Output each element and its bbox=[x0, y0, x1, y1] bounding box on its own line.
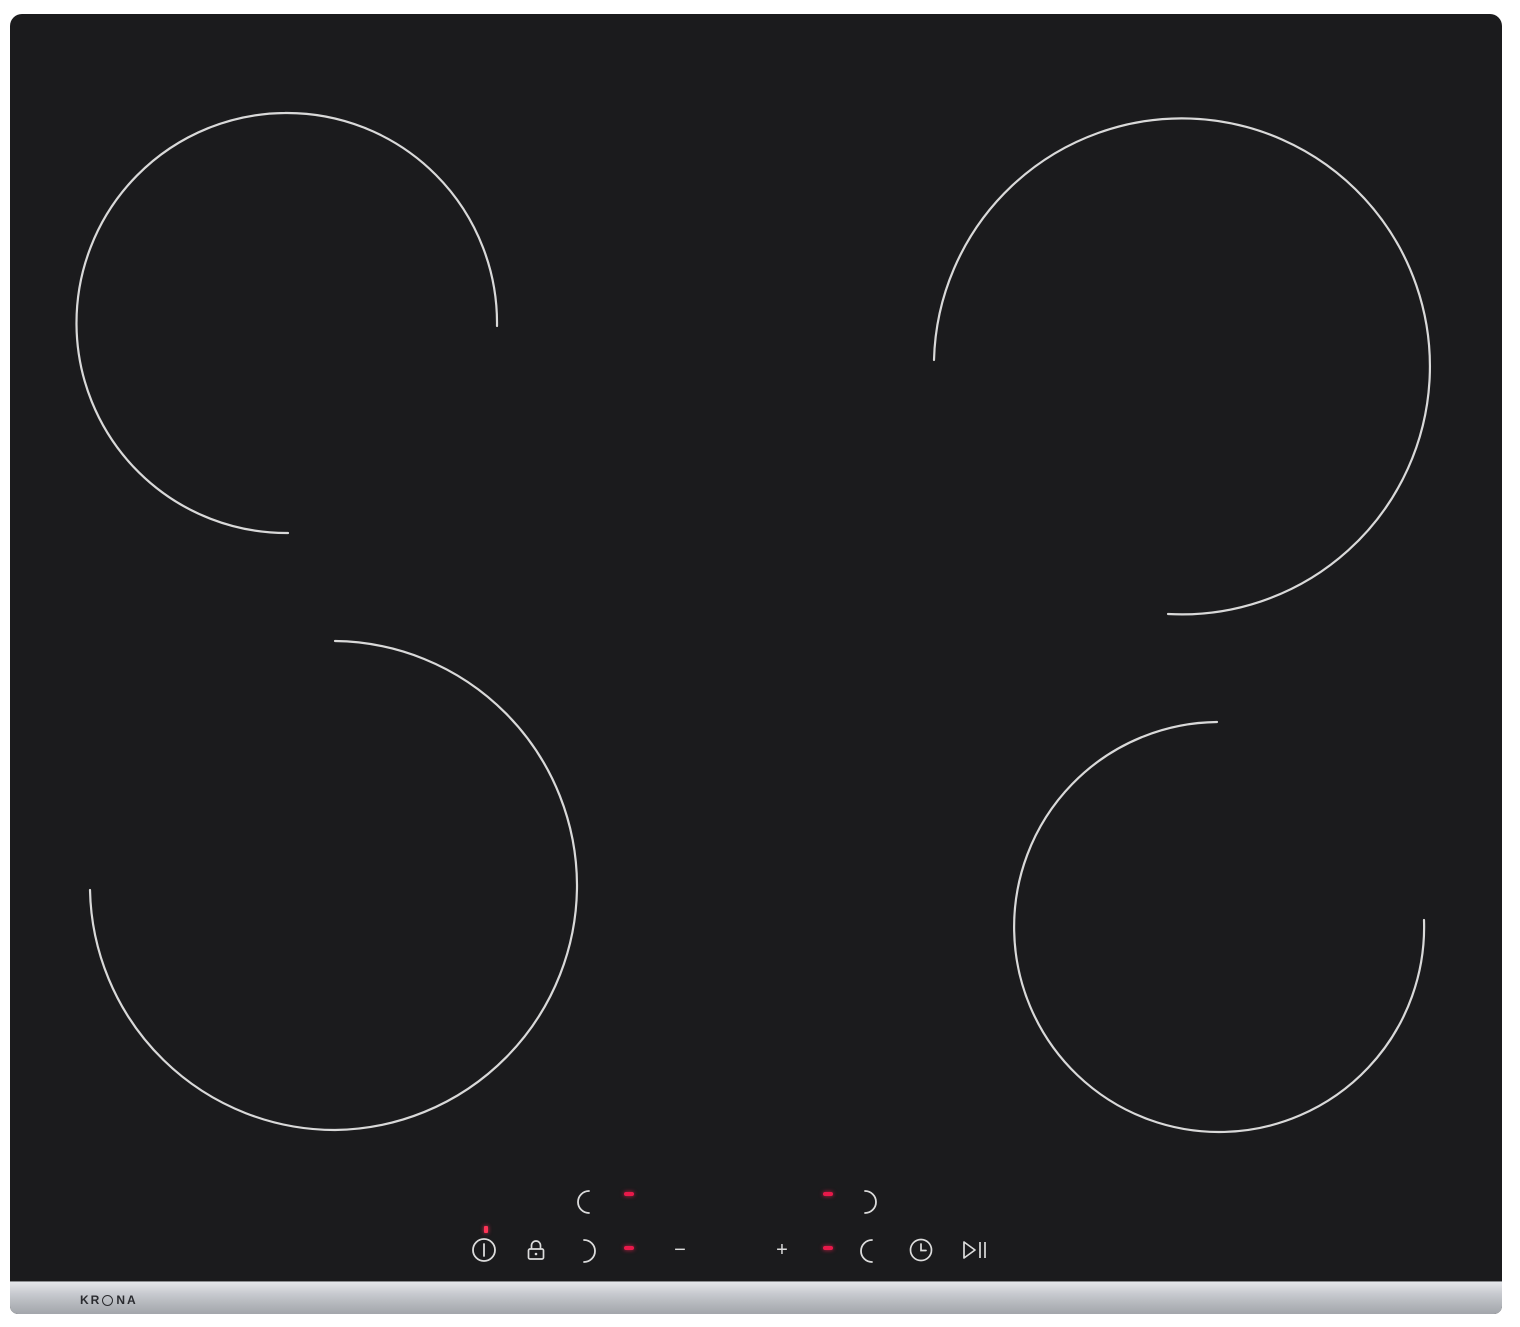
display-front-left bbox=[624, 1246, 634, 1250]
power-button[interactable] bbox=[470, 1236, 498, 1264]
arc-left-icon bbox=[577, 1190, 590, 1214]
zone-rear-left bbox=[75, 111, 499, 535]
clock-icon bbox=[909, 1238, 933, 1262]
zone-front-right bbox=[1013, 720, 1426, 1134]
brand-text-end: NA bbox=[116, 1293, 138, 1307]
minus-label: − bbox=[674, 1239, 686, 1261]
arc-right-icon bbox=[864, 1190, 877, 1214]
zone-select-rear-left[interactable] bbox=[572, 1188, 598, 1216]
power-indicator-light bbox=[484, 1226, 488, 1233]
display-rear-left bbox=[624, 1192, 634, 1196]
timer-button[interactable] bbox=[908, 1237, 934, 1263]
zone-select-rear-right[interactable] bbox=[856, 1188, 882, 1216]
cooktop-glass: − + KR NA bbox=[10, 14, 1502, 1314]
play-pause-button[interactable] bbox=[960, 1239, 990, 1261]
brand-logo: KR NA bbox=[80, 1293, 138, 1307]
front-trim: KR NA bbox=[10, 1281, 1502, 1314]
arc-right-icon bbox=[583, 1239, 596, 1263]
zone-select-front-right[interactable] bbox=[855, 1237, 881, 1265]
display-front-right bbox=[823, 1246, 833, 1250]
plus-label: + bbox=[776, 1239, 788, 1261]
arc-left-icon bbox=[860, 1239, 873, 1263]
brand-text-start: KR bbox=[80, 1293, 102, 1307]
power-icon bbox=[472, 1238, 496, 1262]
cooking-zones bbox=[75, 111, 1432, 1134]
minus-button[interactable]: − bbox=[669, 1239, 691, 1261]
play-pause-icon bbox=[963, 1241, 986, 1259]
brand-ring-icon bbox=[102, 1294, 114, 1306]
lock-button[interactable] bbox=[525, 1238, 547, 1262]
zone-rear-right bbox=[932, 117, 1432, 616]
plus-button[interactable]: + bbox=[771, 1239, 793, 1261]
display-rear-right bbox=[823, 1192, 833, 1196]
zone-select-front-left[interactable] bbox=[575, 1237, 601, 1265]
zone-front-left bbox=[88, 639, 579, 1132]
lock-icon bbox=[527, 1240, 545, 1260]
